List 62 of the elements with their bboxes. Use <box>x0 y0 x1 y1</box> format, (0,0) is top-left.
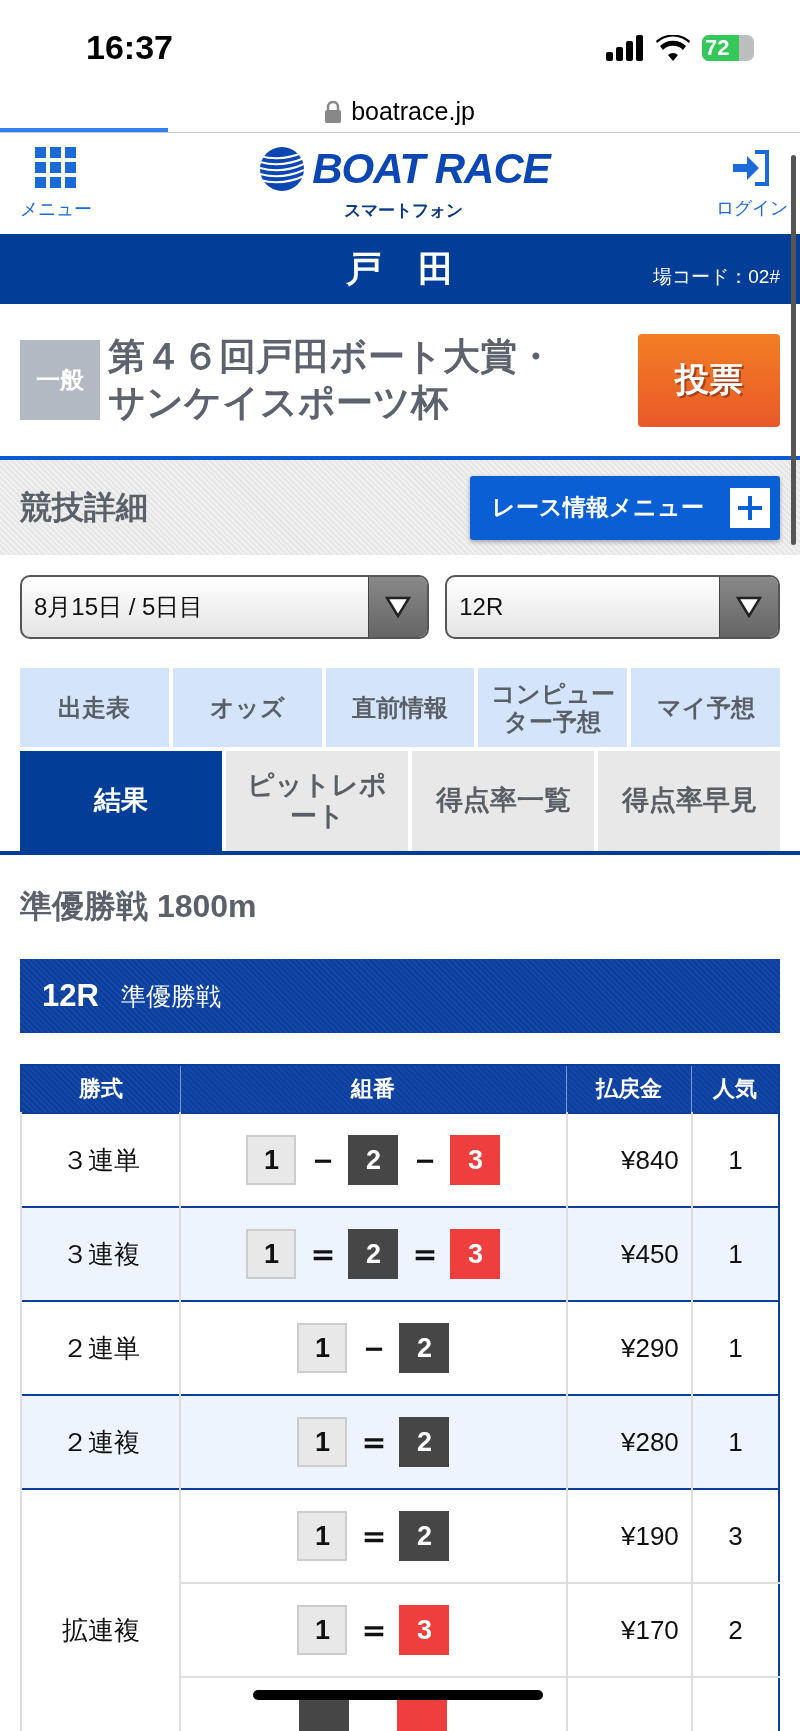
plus-icon <box>730 487 770 528</box>
dropdown[interactable]: 12R <box>445 575 780 639</box>
boat-number: 1 <box>297 1511 348 1561</box>
dropdown-arrow-icon <box>736 596 762 618</box>
tab[interactable]: オッズ <box>172 668 322 747</box>
combo-separator: ＝ <box>357 1609 390 1650</box>
boat-number: 3 <box>450 1135 501 1185</box>
logo-icon <box>258 146 307 192</box>
boat-number: 3 <box>450 1229 501 1279</box>
race-number: 12R <box>42 978 99 1014</box>
grade-badge: 一般 <box>20 340 100 420</box>
race-heading: 準優勝戦 1800m <box>19 887 258 926</box>
combo-separator: － <box>357 1327 390 1368</box>
login-button[interactable]: ログイン <box>716 147 788 220</box>
tab[interactable]: 結果 <box>20 751 222 851</box>
venue-name: 戸 田 <box>346 246 454 291</box>
combo-separator: ＝ <box>408 1233 441 1274</box>
column-header: 払戻金 <box>566 1065 692 1113</box>
logo-text: BOAT RACE <box>312 145 550 193</box>
boat-number: 2 <box>399 1323 450 1373</box>
tab[interactable]: マイ予想 <box>631 668 780 747</box>
section-title: 競技詳細 <box>20 487 148 527</box>
boat-number: 2 <box>348 1229 399 1279</box>
menu-button[interactable]: メニュー <box>20 146 92 221</box>
race-name: 準優勝戦 <box>120 980 221 1012</box>
boat-number: 2 <box>399 1417 450 1467</box>
combo-separator: ＝ <box>357 1421 390 1462</box>
tab[interactable]: ピットレポート <box>226 751 408 851</box>
venue-code: 場コード：02# <box>653 265 780 289</box>
menu-icon <box>35 146 77 189</box>
column-header: 勝式 <box>21 1065 181 1113</box>
boat-number: 2 <box>348 1135 399 1185</box>
boat-number: 1 <box>297 1417 348 1467</box>
column-header: 人気 <box>691 1065 779 1113</box>
race-info-menu-button[interactable]: レース情報メニュー <box>470 475 780 540</box>
signal-icon <box>606 34 644 61</box>
boat-number: 1 <box>297 1323 348 1373</box>
tab[interactable]: 得点率一覧 <box>412 751 594 851</box>
combo-separator: ＝ <box>357 1515 390 1556</box>
url-text: boatrace.jp <box>351 97 475 126</box>
combo-separator: ＝ <box>306 1233 339 1274</box>
lock-icon <box>325 100 342 123</box>
dropdown[interactable]: 8月15日 / 5日目 <box>20 575 430 639</box>
combo-separator: － <box>306 1139 339 1180</box>
logo-subtitle: スマートフォン <box>344 200 464 222</box>
tab[interactable]: コンピューター予想 <box>478 668 628 747</box>
status-time: 16:37 <box>86 28 173 67</box>
boat-number: 2 <box>399 1511 450 1561</box>
tab[interactable]: 直前情報 <box>325 668 475 747</box>
boat-number: 1 <box>297 1605 348 1655</box>
dropdown-arrow-icon <box>385 596 412 618</box>
vote-button[interactable]: 投票 <box>638 333 780 427</box>
race-title: 第４６回戸田ボート大賞・サンケイスポーツ杯 <box>108 335 555 425</box>
tab[interactable]: 出走表 <box>20 668 169 747</box>
battery-level: 72 <box>705 34 730 61</box>
column-header: 組番 <box>180 1065 567 1113</box>
boat-number: 1 <box>246 1229 297 1279</box>
tab[interactable]: 得点率早見 <box>598 751 780 851</box>
boat-number: 1 <box>246 1135 297 1185</box>
wifi-icon <box>656 34 690 61</box>
combo-separator: － <box>408 1139 441 1180</box>
boat-number: 3 <box>399 1605 450 1655</box>
